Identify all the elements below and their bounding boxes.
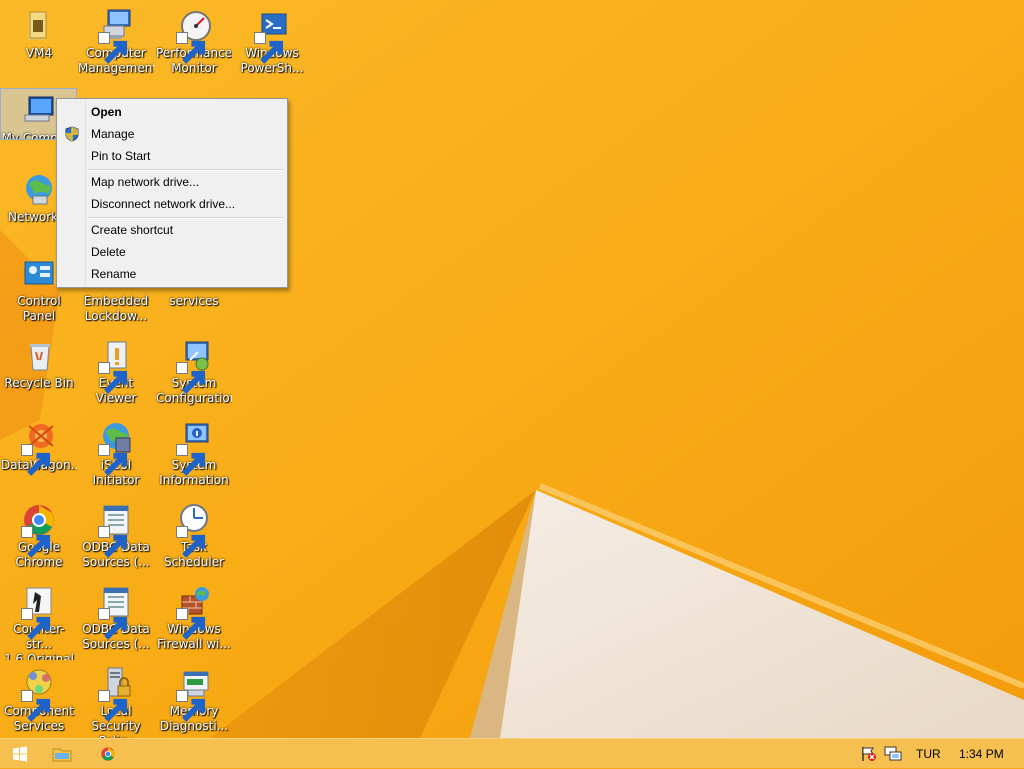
windows-logo-icon — [13, 746, 27, 762]
desktop-icon-task-scheduler[interactable]: Task Scheduler — [156, 498, 232, 578]
desktop-icon-local-security-policy[interactable]: Local Security Policy — [78, 662, 154, 738]
action-center-flag-icon[interactable] — [860, 746, 878, 762]
odbc-icon — [98, 502, 134, 558]
shortcut-arrow-icon — [254, 32, 284, 64]
component-services-icon — [21, 666, 57, 722]
icon-label: Embedded Lockdow... — [83, 294, 149, 323]
start-button[interactable] — [0, 739, 40, 769]
shortcut-arrow-icon — [98, 32, 128, 64]
icon-label: Control Panel — [17, 294, 61, 323]
desktop-icon-system-information[interactable]: System Information — [156, 416, 232, 496]
folder-icon — [21, 8, 57, 44]
windows-firewall-icon — [176, 584, 212, 640]
menu-item-label: Disconnect network drive... — [91, 197, 236, 211]
desktop-icon-odbc-data-sources-1[interactable]: ODBC Data Sources (... — [78, 498, 154, 578]
menu-item-label: Rename — [91, 267, 137, 281]
system-information-icon — [176, 420, 212, 476]
menu-item-delete[interactable]: Delete — [59, 241, 285, 263]
shortcut-arrow-icon — [21, 690, 51, 722]
shortcut-arrow-icon — [176, 32, 206, 64]
desktop-icon-iscsi-initiator[interactable]: iSCSI Initiator — [78, 416, 154, 496]
network-icon[interactable] — [884, 746, 902, 762]
desktop-icon-component-services[interactable]: Component Services — [1, 662, 77, 738]
desktop-icon-windows-firewall[interactable]: Windows Firewall wi... — [156, 580, 232, 660]
menu-item-label: Delete — [91, 245, 126, 259]
menu-item-map-network-drive[interactable]: Map network drive... — [59, 171, 285, 193]
menu-item-manage[interactable]: Manage — [59, 123, 285, 145]
desktop-icon-google-chrome[interactable]: Google Chrome — [1, 498, 77, 578]
local-security-policy-icon — [98, 666, 134, 722]
shortcut-arrow-icon — [21, 526, 51, 558]
desktop-icon-counter-strike[interactable]: Counter-str... 1.6 Original — [1, 580, 77, 660]
context-menu: Open Manage Pin to Start Map network dri… — [56, 98, 288, 288]
shortcut-arrow-icon — [98, 526, 128, 558]
taskbar-google-chrome[interactable] — [88, 739, 128, 769]
menu-item-label: Manage — [91, 127, 135, 141]
shortcut-arrow-icon — [98, 444, 128, 476]
desktop-icon-event-viewer[interactable]: Event Viewer — [78, 334, 154, 414]
shortcut-arrow-icon — [176, 444, 206, 476]
chrome-icon — [21, 502, 57, 558]
desktop-icon-vm4[interactable]: VM4 — [1, 4, 77, 84]
menu-item-label: Create shortcut — [91, 223, 174, 237]
event-viewer-icon — [98, 338, 134, 394]
desktop-icon-memory-diagnostics[interactable]: Memory Diagnosti... — [156, 662, 232, 738]
shortcut-arrow-icon — [176, 690, 206, 722]
menu-item-label: Open — [91, 105, 122, 119]
shortcut-arrow-icon — [176, 608, 206, 640]
menu-item-pin-to-start[interactable]: Pin to Start — [59, 145, 285, 167]
menu-item-rename[interactable]: Rename — [59, 263, 285, 285]
desktop-icon-odbc-data-sources-2[interactable]: ODBC Data Sources (... — [78, 580, 154, 660]
menu-item-disconnect-network-drive[interactable]: Disconnect network drive... — [59, 193, 285, 215]
shortcut-arrow-icon — [98, 362, 128, 394]
control-panel-icon — [21, 256, 57, 292]
desktop-icon-windows-powershell[interactable]: Windows PowerSh... — [234, 4, 310, 84]
shortcut-arrow-icon — [21, 608, 51, 640]
shortcut-arrow-icon — [176, 362, 206, 394]
odbc-icon — [98, 584, 134, 640]
powershell-icon — [254, 8, 290, 64]
datawagon-icon — [21, 420, 57, 476]
shortcut-arrow-icon — [176, 526, 206, 558]
shortcut-arrow-icon — [98, 690, 128, 722]
task-scheduler-icon — [176, 502, 212, 558]
menu-item-create-shortcut[interactable]: Create shortcut — [59, 219, 285, 241]
shortcut-arrow-icon — [21, 444, 51, 476]
uac-shield-icon — [63, 125, 81, 143]
counter-strike-icon — [21, 584, 57, 640]
taskbar-file-explorer[interactable] — [42, 739, 82, 769]
desktop-icon-recycle-bin[interactable]: Recycle Bin — [1, 334, 77, 414]
computer-management-icon — [98, 8, 134, 64]
network-icon — [21, 172, 57, 208]
desktop-icon-computer-management[interactable]: Computer Management — [78, 4, 154, 84]
system-configuration-icon — [176, 338, 212, 394]
menu-item-open[interactable]: Open — [59, 101, 285, 123]
icon-label: Recycle Bin — [4, 376, 74, 390]
computer-icon — [21, 93, 57, 129]
shortcut-arrow-icon — [98, 608, 128, 640]
language-indicator[interactable]: TUR — [916, 747, 941, 761]
desktop: VM4 Computer Management Performance Moni… — [0, 0, 1024, 738]
file-explorer-icon — [52, 748, 72, 762]
taskbar: TUR 1:34 PM — [0, 738, 1024, 768]
desktop-icon-datawagon[interactable]: DataWagon... — [1, 416, 77, 496]
icon-label: VM4 — [25, 46, 53, 60]
performance-monitor-icon — [176, 8, 212, 64]
chrome-icon — [101, 747, 115, 761]
desktop-icon-system-configuration[interactable]: System Configuration — [156, 334, 232, 414]
menu-item-label: Pin to Start — [91, 149, 151, 163]
taskbar-clock[interactable]: 1:34 PM — [959, 747, 1004, 761]
icon-label: services — [169, 294, 219, 308]
desktop-icon-performance-monitor[interactable]: Performance Monitor — [156, 4, 232, 84]
memory-diagnostics-icon — [176, 666, 212, 722]
recycle-bin-icon — [21, 338, 57, 374]
iscsi-initiator-icon — [98, 420, 134, 476]
menu-item-label: Map network drive... — [91, 175, 200, 189]
